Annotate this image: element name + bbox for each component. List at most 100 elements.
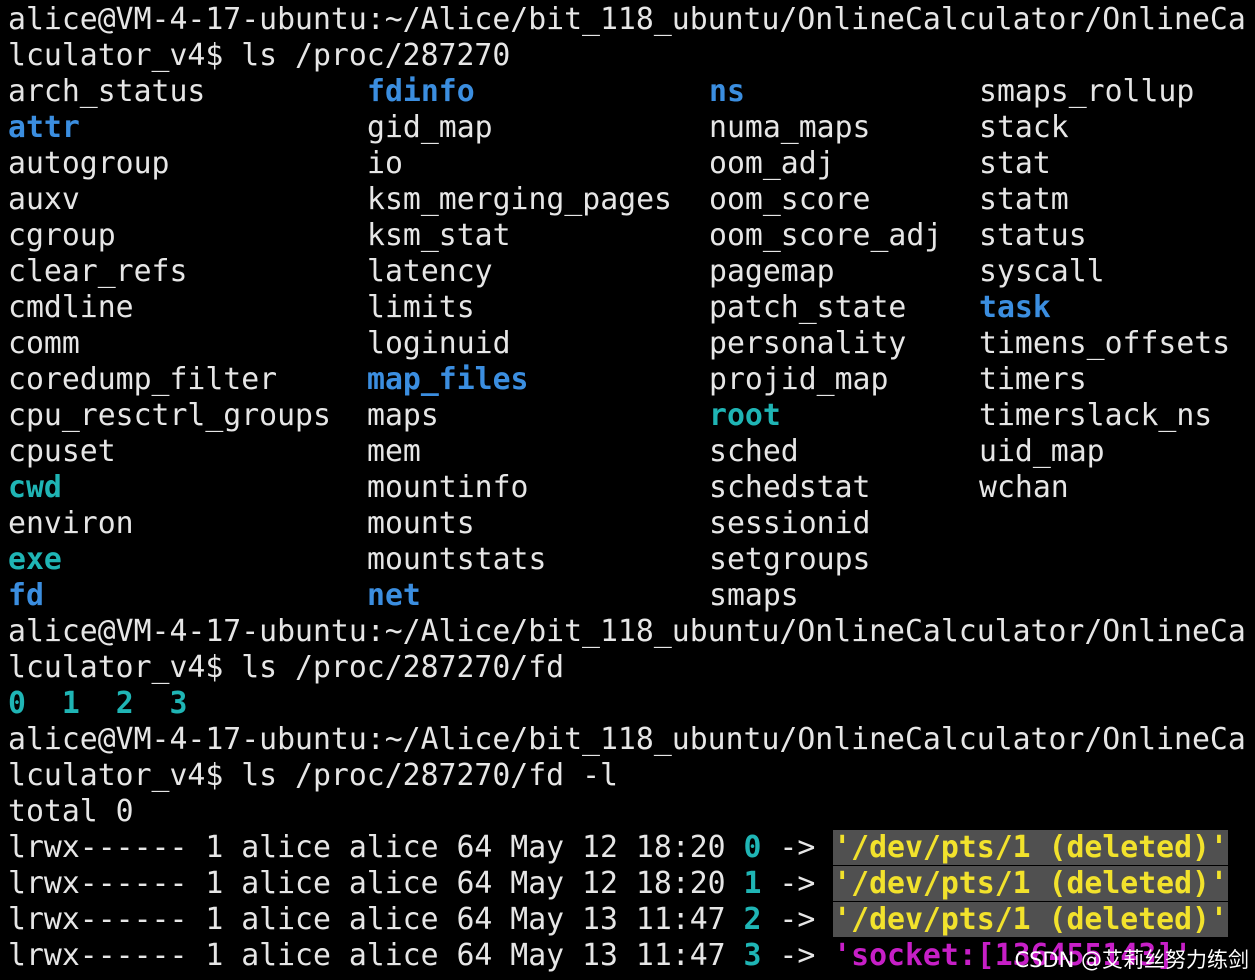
command-text: ls /proc/287270/fd xyxy=(241,650,565,685)
file-entry: statm xyxy=(979,182,1069,217)
fd-listing-row: 0 1 2 3 xyxy=(8,686,187,722)
file-entry: cpuset xyxy=(8,434,116,469)
directory-entry: fdinfo xyxy=(367,74,475,109)
listing-row: auxv ksm_merging_pages oom_score statm xyxy=(8,182,1069,218)
file-entry: sched xyxy=(709,434,799,469)
csdn-watermark: CSDN @艾莉丝努力练剑 xyxy=(1014,948,1249,972)
directory-entry: map_files xyxy=(367,362,529,397)
file-entry: smaps xyxy=(709,578,799,613)
fd-entry: 2 xyxy=(115,686,134,721)
file-entry: timens_offsets xyxy=(979,326,1231,361)
command-line: lculator_v4$ ls /proc/287270/fd xyxy=(8,650,564,686)
file-entry: projid_map xyxy=(709,362,889,397)
command-text: ls /proc/287270 xyxy=(241,38,511,73)
prompt-line: alice@VM-4-17-ubuntu:~/Alice/bit_118_ubu… xyxy=(8,2,1246,37)
file-entry: autogroup xyxy=(8,146,170,181)
command-text: ls /proc/287270/fd -l xyxy=(241,758,618,793)
file-entry: maps xyxy=(367,398,439,433)
listing-row: fd net smaps xyxy=(8,578,799,614)
fd-entry: 1 xyxy=(61,686,80,721)
file-entry: arch_status xyxy=(8,74,206,109)
fd-arrow: -> xyxy=(761,902,834,937)
file-entry: smaps_rollup xyxy=(979,74,1195,109)
symlink-entry: cwd xyxy=(8,470,62,505)
directory-entry: attr xyxy=(8,110,80,145)
file-entry: comm xyxy=(8,326,80,361)
prompt-line: alice@VM-4-17-ubuntu:~/Alice/bit_118_ubu… xyxy=(8,614,1246,649)
directory-entry: fd xyxy=(8,578,44,613)
file-entry: oom_adj xyxy=(709,146,835,181)
file-entry: auxv xyxy=(8,182,80,217)
prompt-text: lculator_v4$ xyxy=(8,38,242,73)
prompt-text: lculator_v4$ xyxy=(8,650,242,685)
file-entry: syscall xyxy=(979,254,1105,289)
file-entry: latency xyxy=(367,254,493,289)
fd-target-deleted: '/dev/pts/1 (deleted)' xyxy=(833,902,1228,937)
file-entry: cmdline xyxy=(8,290,134,325)
file-entry: environ xyxy=(8,506,134,541)
file-entry: pagemap xyxy=(709,254,835,289)
file-entry: patch_state xyxy=(709,290,907,325)
listing-row: cpuset mem sched uid_map xyxy=(8,434,1105,470)
fd-perms: lrwx------ 1 alice alice 64 May 13 11:47 xyxy=(8,902,744,937)
listing-row: cwd mountinfo schedstat wchan xyxy=(8,470,1069,506)
file-entry: numa_maps xyxy=(709,110,871,145)
file-entry: mountstats xyxy=(367,542,547,577)
terminal-window[interactable]: alice@VM-4-17-ubuntu:~/Alice/bit_118_ubu… xyxy=(0,0,1255,980)
symlink-entry: exe xyxy=(8,542,62,577)
listing-row: clear_refs latency pagemap syscall xyxy=(8,254,1105,290)
file-entry: status xyxy=(979,218,1087,253)
listing-row: environ mounts sessionid xyxy=(8,506,870,542)
listing-row: autogroup io oom_adj stat xyxy=(8,146,1051,182)
file-entry: wchan xyxy=(979,470,1069,505)
file-entry: gid_map xyxy=(367,110,493,145)
fd-arrow: -> xyxy=(761,830,834,865)
file-entry: coredump_filter xyxy=(8,362,278,397)
file-entry: mounts xyxy=(367,506,475,541)
fd-detail-row: lrwx------ 1 alice alice 64 May 12 18:20… xyxy=(8,830,1228,866)
file-entry: schedstat xyxy=(709,470,871,505)
file-entry: uid_map xyxy=(979,434,1105,469)
file-entry: loginuid xyxy=(367,326,511,361)
directory-entry: ns xyxy=(709,74,745,109)
fd-detail-row: lrwx------ 1 alice alice 64 May 12 18:20… xyxy=(8,866,1228,902)
fd-target-deleted: '/dev/pts/1 (deleted)' xyxy=(833,830,1228,865)
fd-detail-row: lrwx------ 1 alice alice 64 May 13 11:47… xyxy=(8,902,1228,938)
listing-row: comm loginuid personality timens_offsets xyxy=(8,326,1230,362)
listing-row: cgroup ksm_stat oom_score_adj status xyxy=(8,218,1087,254)
fd-number: 3 xyxy=(743,938,762,973)
command-line: lculator_v4$ ls /proc/287270/fd -l xyxy=(8,758,618,794)
listing-row: cpu_resctrl_groups maps root timerslack_… xyxy=(8,398,1212,434)
fd-entry: 3 xyxy=(169,686,188,721)
listing-row: attr gid_map numa_maps stack xyxy=(8,110,1069,146)
file-entry: personality xyxy=(709,326,907,361)
fd-number: 0 xyxy=(743,830,762,865)
file-entry: cgroup xyxy=(8,218,116,253)
file-entry: ksm_stat xyxy=(367,218,511,253)
file-entry: timers xyxy=(979,362,1087,397)
fd-number: 1 xyxy=(743,866,762,901)
file-entry: mountinfo xyxy=(367,470,529,505)
fd-target-deleted: '/dev/pts/1 (deleted)' xyxy=(833,866,1228,901)
fd-arrow: -> xyxy=(761,938,834,973)
total-line: total 0 xyxy=(8,794,134,829)
command-line: lculator_v4$ ls /proc/287270 xyxy=(8,38,510,74)
directory-entry: task xyxy=(979,290,1051,325)
fd-entry: 0 xyxy=(8,686,26,721)
fd-perms: lrwx------ 1 alice alice 64 May 13 11:47 xyxy=(8,938,744,973)
symlink-entry: root xyxy=(709,398,781,433)
prompt-text: lculator_v4$ xyxy=(8,758,242,793)
fd-arrow: -> xyxy=(761,866,834,901)
fd-perms: lrwx------ 1 alice alice 64 May 12 18:20 xyxy=(8,830,744,865)
file-entry: oom_score xyxy=(709,182,871,217)
file-entry: setgroups xyxy=(709,542,871,577)
listing-row: coredump_filter map_files projid_map tim… xyxy=(8,362,1087,398)
file-entry: clear_refs xyxy=(8,254,188,289)
file-entry: sessionid xyxy=(709,506,871,541)
fd-perms: lrwx------ 1 alice alice 64 May 12 18:20 xyxy=(8,866,744,901)
file-entry: limits xyxy=(367,290,475,325)
listing-row: cmdline limits patch_state task xyxy=(8,290,1051,326)
file-entry: oom_score_adj xyxy=(709,218,943,253)
listing-row: exe mountstats setgroups xyxy=(8,542,870,578)
file-entry: timerslack_ns xyxy=(979,398,1213,433)
